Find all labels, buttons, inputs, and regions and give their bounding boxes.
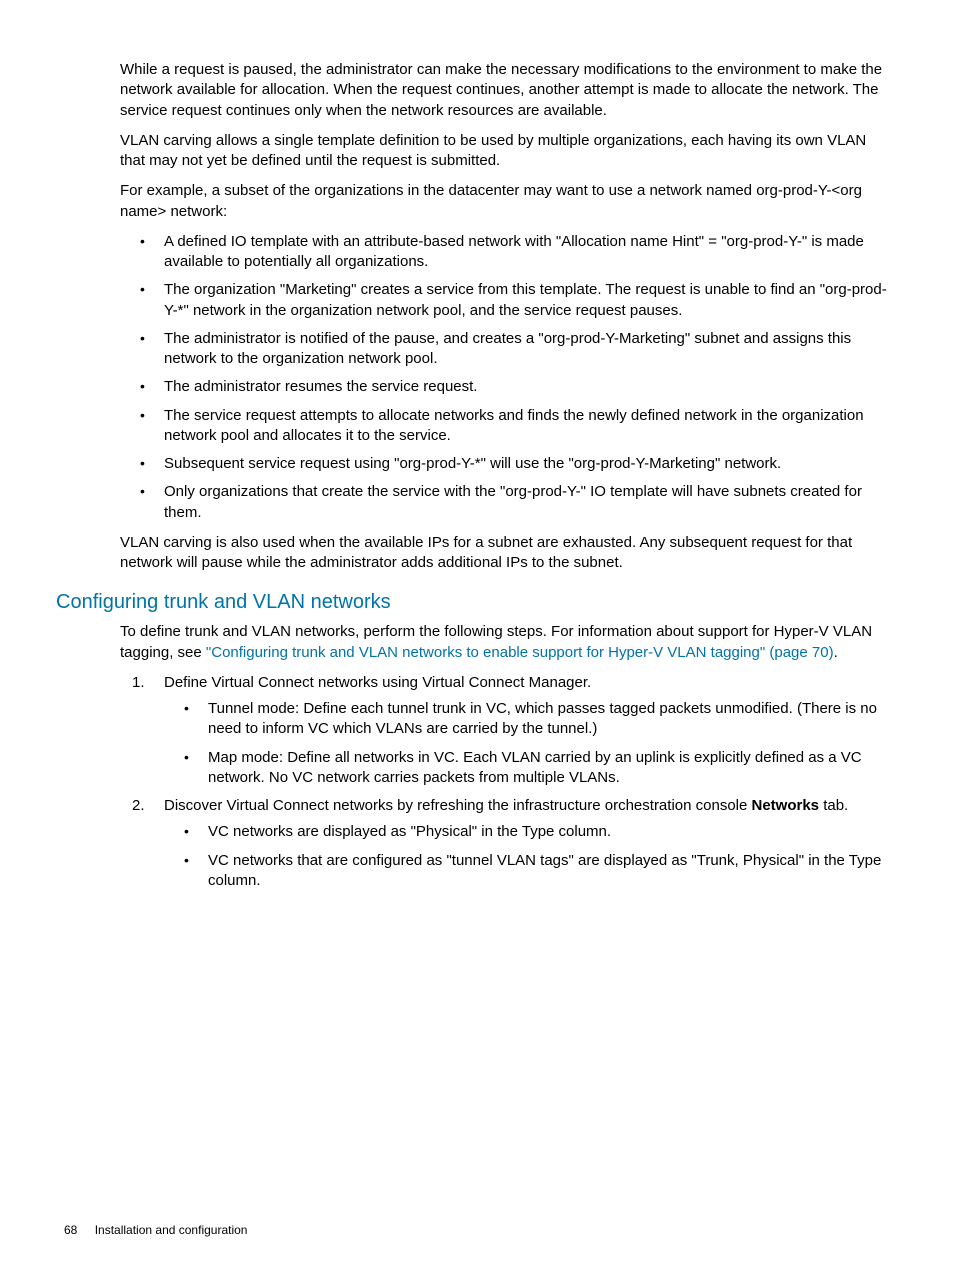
page-footer: 68 Installation and configuration <box>64 1223 247 1237</box>
list-item: Tunnel mode: Define each tunnel trunk in… <box>184 699 890 740</box>
inner-bullet-list: VC networks are displayed as "Physical" … <box>164 822 890 891</box>
paragraph: For example, a subset of the organizatio… <box>120 181 890 222</box>
list-item: Define Virtual Connect networks using Vi… <box>120 673 890 788</box>
section-content: To define trunk and VLAN networks, perfo… <box>120 622 890 891</box>
cross-reference-link[interactable]: "Configuring trunk and VLAN networks to … <box>206 644 834 661</box>
list-item: VC networks that are configured as "tunn… <box>184 851 890 892</box>
ordered-list: Define Virtual Connect networks using Vi… <box>120 673 890 891</box>
step-text: Discover Virtual Connect networks by ref… <box>164 797 752 814</box>
text: . <box>834 644 838 661</box>
bullet-list: A defined IO template with an attribute-… <box>140 232 890 523</box>
list-item: Map mode: Define all networks in VC. Eac… <box>184 748 890 789</box>
list-item: The service request attempts to allocate… <box>140 406 890 447</box>
list-item: Only organizations that create the servi… <box>140 482 890 523</box>
list-item: The administrator is notified of the pau… <box>140 329 890 370</box>
page-number: 68 <box>64 1223 77 1237</box>
section-heading: Configuring trunk and VLAN networks <box>56 591 890 614</box>
list-item: A defined IO template with an attribute-… <box>140 232 890 273</box>
paragraph: While a request is paused, the administr… <box>120 60 890 121</box>
inner-bullet-list: Tunnel mode: Define each tunnel trunk in… <box>164 699 890 788</box>
list-item: The administrator resumes the service re… <box>140 377 890 397</box>
step-text: Define Virtual Connect networks using Vi… <box>164 674 591 691</box>
bold-text: Networks <box>752 797 820 814</box>
paragraph: To define trunk and VLAN networks, perfo… <box>120 622 890 663</box>
page-content: While a request is paused, the administr… <box>120 60 890 573</box>
list-item: VC networks are displayed as "Physical" … <box>184 822 890 842</box>
step-text: tab. <box>819 797 848 814</box>
paragraph: VLAN carving allows a single template de… <box>120 131 890 172</box>
footer-title: Installation and configuration <box>95 1223 248 1237</box>
list-item: Subsequent service request using "org-pr… <box>140 454 890 474</box>
list-item: Discover Virtual Connect networks by ref… <box>120 796 890 891</box>
paragraph: VLAN carving is also used when the avail… <box>120 533 890 574</box>
list-item: The organization "Marketing" creates a s… <box>140 280 890 321</box>
